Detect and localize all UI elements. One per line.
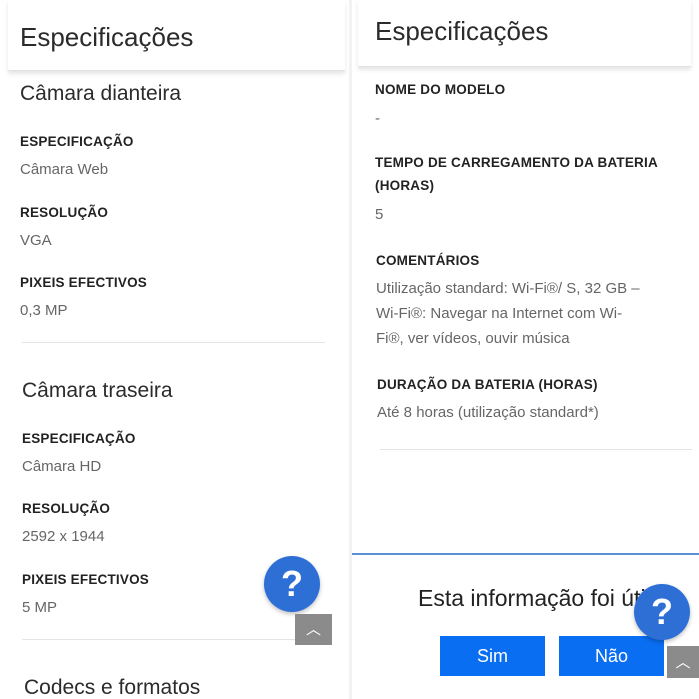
chevron-up-icon: ︿ [675,654,691,671]
page-title: Especificações [20,22,194,52]
help-button[interactable]: ? [634,584,690,640]
rear-spec-label: ESPECIFICAÇÃO [22,431,136,446]
section-divider [380,449,692,450]
comments-line-3: Fi®, ver vídeos, ouvir música [376,330,570,347]
charging-time-label-line2: (HORAS) [375,178,435,193]
model-name-label: NOME DO MODELO [375,82,506,97]
section-divider [22,639,325,640]
codecs-formats-title: Codecs e formatos [24,676,201,699]
help-button[interactable]: ? [264,556,320,612]
scroll-to-top-button[interactable]: ︿ [295,614,332,645]
front-spec-label: ESPECIFICAÇÃO [20,134,134,149]
battery-duration-value: Até 8 horas (utilização standard*) [377,404,599,421]
front-pixels-label: PIXEIS EFECTIVOS [20,275,147,290]
right-screenshot-panel: Especificações NOME DO MODELO - TEMPO DE… [352,0,699,699]
left-screenshot-panel: Especificações Câmara dianteira ESPECIFI… [0,0,349,699]
help-icon: ? [651,591,673,632]
yes-button[interactable]: Sim [440,636,545,676]
page-title: Especificações [375,16,549,46]
comments-label: COMENTÁRIOS [376,253,480,268]
charging-time-value: 5 [375,206,384,223]
section-divider [22,342,325,343]
front-pixels-value: 0,3 MP [20,302,68,319]
help-icon: ? [281,563,303,604]
front-camera-title: Câmara dianteira [20,82,182,105]
rear-spec-value: Câmara HD [22,458,102,475]
rear-resolution-label: RESOLUÇÃO [22,501,111,516]
battery-duration-label: DURAÇÃO DA BATERIA (HORAS) [377,377,598,392]
comments-line-1: Utilização standard: Wi-Fi®/ S, 32 GB – [376,280,640,297]
rear-camera-title: Câmara traseira [22,379,173,402]
specifications-header: Especificações [8,0,345,71]
no-button[interactable]: Não [559,636,664,676]
front-resolution-label: RESOLUÇÃO [20,205,109,220]
feedback-question: Esta informação foi útil? [418,585,664,611]
scroll-to-top-button[interactable]: ︿ [667,646,699,678]
rear-resolution-value: 2592 x 1944 [22,528,105,545]
front-spec-value: Câmara Web [20,161,109,178]
front-resolution-value: VGA [20,232,52,249]
chevron-up-icon: ︿ [305,621,321,638]
comments-line-2: Wi-Fi®: Navegar na Internet com Wi- [376,305,623,322]
rear-pixels-value: 5 MP [22,599,58,616]
rear-pixels-label: PIXEIS EFECTIVOS [22,572,149,587]
model-name-value: - [375,110,380,127]
specifications-header: Especificações [358,0,691,67]
charging-time-label-line1: TEMPO DE CARREGAMENTO DA BATERIA [375,155,658,170]
